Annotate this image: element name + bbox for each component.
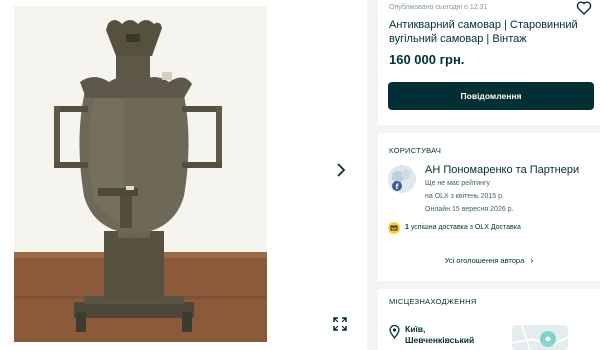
chevron-right-icon: [335, 161, 347, 182]
avatar[interactable]: f: [388, 165, 416, 193]
message-button[interactable]: Повідомлення: [388, 82, 594, 110]
map-pin-icon: [389, 324, 400, 340]
all-seller-ads-link[interactable]: Усі оголошення автора ›: [378, 255, 600, 265]
delivery-label: успішна доставка з OLX Доставка: [410, 224, 521, 231]
delivery-count: 1: [405, 224, 409, 231]
location-city[interactable]: Київ, Шевченківський: [405, 324, 474, 346]
expand-icon: [331, 317, 349, 337]
listing-price: 160 000 грн.: [389, 52, 465, 67]
seller-name[interactable]: АН Пономаренко та Партнери: [425, 164, 579, 176]
seller-section-label: КОРИСТУВАЧ: [389, 146, 442, 155]
seller-since: на OLX з квітень 2015 р.: [425, 193, 504, 200]
chevron-right-icon: ›: [530, 255, 534, 265]
listing-photo[interactable]: [14, 6, 267, 342]
seller-rating: Ще не має рейтингу: [425, 180, 491, 187]
map-thumbnail[interactable]: [512, 325, 568, 350]
listing-summary-card: Опубліковано сьогодні о 12:31 Антикварни…: [378, 0, 600, 125]
all-ads-label: Усі оголошення автора: [444, 256, 525, 265]
fullscreen-button[interactable]: [331, 315, 349, 333]
district-name: Шевченківський: [405, 335, 475, 345]
published-date: Опубліковано сьогодні о 12:31: [389, 4, 488, 11]
city-name: Київ,: [405, 324, 426, 334]
heart-icon[interactable]: [576, 0, 592, 16]
location-section-label: МІСЦЕЗНАХОДЖЕННЯ: [389, 297, 477, 306]
delivery-info: 1 успішна доставка з OLX Доставка: [405, 224, 521, 231]
seller-online: Онлайн 15 вересня 2026 р.: [425, 206, 514, 213]
listing-title: Антикварний самовар | Старовинний вугіль…: [389, 19, 578, 45]
next-photo-button[interactable]: [330, 160, 352, 182]
photo-gallery: [0, 0, 367, 350]
delivery-icon: [388, 222, 400, 234]
